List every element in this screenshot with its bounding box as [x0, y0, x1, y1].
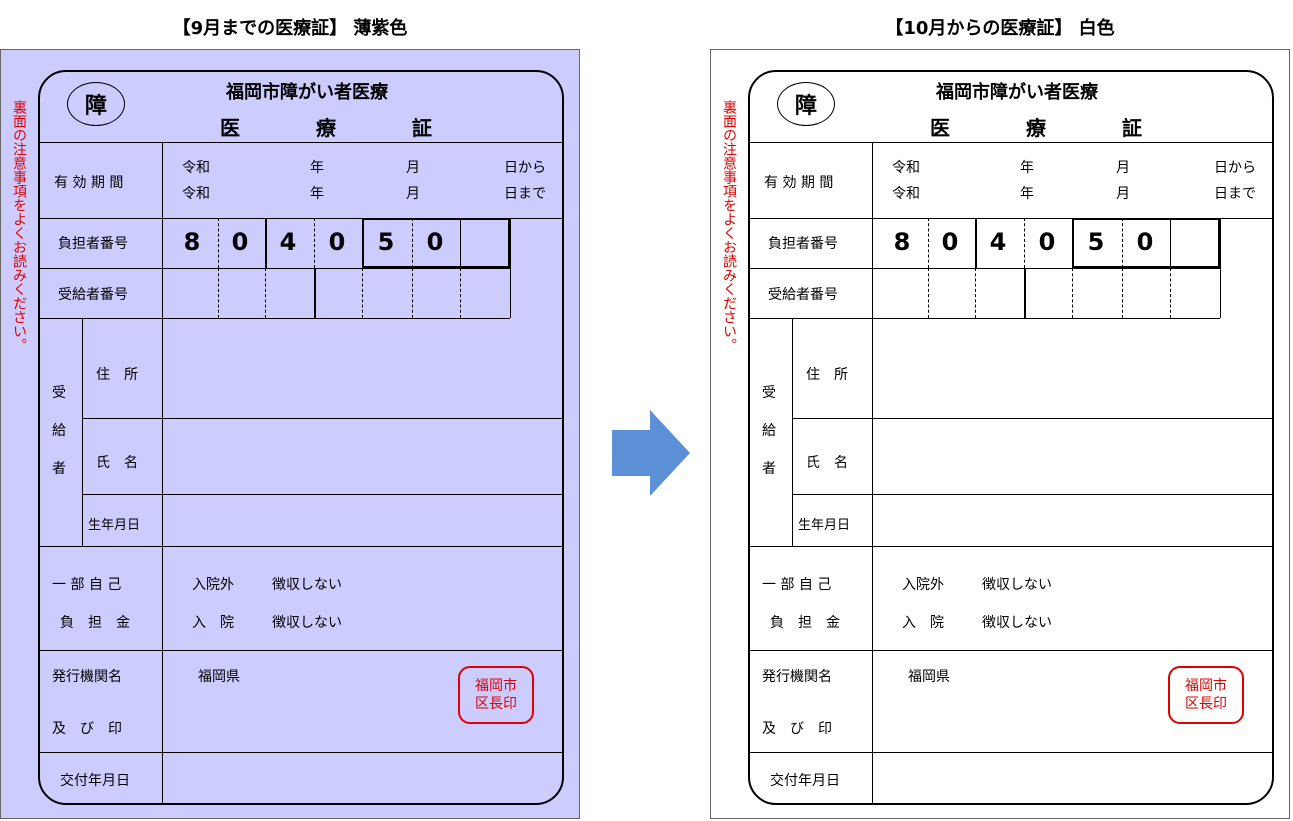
recipient-group-char-1: 受 — [762, 385, 776, 401]
dob-label: 生年月日 — [798, 518, 851, 533]
outpatient-value: 徴収しない — [982, 577, 1052, 593]
payer-label: 負担者番号 — [768, 236, 838, 252]
payer-digit-3: 4 — [989, 228, 1007, 256]
outpatient-value: 徴収しない — [272, 577, 342, 593]
card-title-char-2: 療 — [1026, 116, 1046, 140]
payer-digit-2: 0 — [941, 228, 959, 256]
certificate-card: 障 福岡市障がい者医療 医 療 証 有 効 期 間 令和 年 月 日から 令和 … — [748, 70, 1274, 805]
right-heading: 【10月からの医療証】 白色 — [885, 18, 1115, 39]
issuer-label-line1: 発行機関名 — [52, 669, 122, 685]
inpatient-value: 徴収しない — [272, 615, 342, 631]
left-heading: 【9月までの医療証】 薄紫色 — [172, 18, 408, 39]
payer-digit-5: 5 — [377, 228, 395, 256]
card-title-char-1: 医 — [930, 116, 950, 140]
seal-line2: 区長印 — [1185, 696, 1227, 712]
issuer-label-line1: 発行機関名 — [762, 669, 832, 685]
payer-label: 負担者番号 — [58, 236, 128, 252]
recipient-group-char-3: 者 — [52, 461, 66, 477]
payer-digit-6: 0 — [426, 228, 444, 256]
new-certificate-panel: 裏面の注意事項をよくお読みください。 障 福岡市障がい者医療 医 療 証 有 効… — [710, 49, 1290, 819]
validity-to-day: 日まで — [1214, 186, 1256, 202]
issuer-value: 福岡県 — [198, 669, 240, 685]
seal-line2: 区長印 — [475, 696, 517, 712]
outpatient-label: 入院外 — [902, 577, 944, 593]
validity-to-day: 日まで — [504, 186, 546, 202]
recipient-group-char-2: 給 — [762, 423, 776, 439]
issuer-label-line2: 及 び 印 — [762, 721, 832, 737]
validity-to-year: 年 — [310, 186, 324, 202]
name-label: 氏 名 — [96, 455, 138, 471]
card-title-line1: 福岡市障がい者医療 — [936, 82, 1098, 103]
side-note: 裏面の注意事項をよくお読みください。 — [721, 100, 737, 352]
payer-digit-2: 0 — [231, 228, 249, 256]
recipient-label: 受給者番号 — [768, 287, 838, 303]
issue-date-label: 交付年月日 — [60, 773, 130, 789]
recipient-group-char-3: 者 — [762, 461, 776, 477]
copay-label-line1: 一 部 自 己 — [762, 577, 832, 593]
address-label: 住 所 — [96, 367, 138, 383]
payer-digit-1: 8 — [183, 228, 201, 256]
validity-label: 有 効 期 間 — [764, 175, 834, 191]
address-label: 住 所 — [806, 367, 848, 383]
validity-to-era: 令和 — [892, 186, 920, 202]
issuer-value: 福岡県 — [908, 669, 950, 685]
mayor-seal: 福岡市 区長印 — [458, 666, 534, 724]
payer-digit-3: 4 — [279, 228, 297, 256]
validity-to-month: 月 — [1116, 186, 1130, 202]
validity-label: 有 効 期 間 — [54, 175, 124, 191]
inpatient-label: 入 院 — [192, 615, 234, 631]
validity-to-era: 令和 — [182, 186, 210, 202]
mayor-seal: 福岡市 区長印 — [1168, 666, 1244, 724]
payer-digit-4: 0 — [1038, 228, 1056, 256]
validity-from-month: 月 — [406, 160, 420, 176]
certificate-card: 障 福岡市障がい者医療 医 療 証 有 効 期 間 令和 年 月 日から 令和 … — [38, 70, 564, 805]
recipient-label: 受給者番号 — [58, 287, 128, 303]
inpatient-label: 入 院 — [902, 615, 944, 631]
validity-to-month: 月 — [406, 186, 420, 202]
card-title-char-2: 療 — [316, 116, 336, 140]
outpatient-label: 入院外 — [192, 577, 234, 593]
validity-from-day: 日から — [504, 160, 546, 176]
copay-label-line2: 負 担 金 — [60, 615, 130, 631]
validity-to-year: 年 — [1020, 186, 1034, 202]
validity-from-day: 日から — [1214, 160, 1256, 176]
disability-badge: 障 — [67, 82, 125, 126]
validity-from-era: 令和 — [182, 160, 210, 176]
issue-date-label: 交付年月日 — [770, 773, 840, 789]
dob-label: 生年月日 — [88, 518, 141, 533]
card-title-char-3: 証 — [412, 116, 432, 140]
disability-badge: 障 — [777, 82, 835, 126]
old-certificate-panel: 裏面の注意事項をよくお読みください。 障 福岡市障がい者医療 医 療 証 有 効… — [0, 49, 580, 819]
validity-from-month: 月 — [1116, 160, 1130, 176]
card-title-char-1: 医 — [220, 116, 240, 140]
payer-digit-5: 5 — [1087, 228, 1105, 256]
card-title-char-3: 証 — [1122, 116, 1142, 140]
inpatient-value: 徴収しない — [982, 615, 1052, 631]
card-title-line1: 福岡市障がい者医療 — [226, 82, 388, 103]
issuer-label-line2: 及 び 印 — [52, 721, 122, 737]
recipient-group-char-1: 受 — [52, 385, 66, 401]
copay-label-line1: 一 部 自 己 — [52, 577, 122, 593]
validity-from-year: 年 — [1020, 160, 1034, 176]
seal-line1: 福岡市 — [1185, 678, 1227, 694]
name-label: 氏 名 — [806, 455, 848, 471]
copay-label-line2: 負 担 金 — [770, 615, 840, 631]
payer-digit-4: 0 — [328, 228, 346, 256]
payer-digit-6: 0 — [1136, 228, 1154, 256]
payer-digit-1: 8 — [893, 228, 911, 256]
validity-from-year: 年 — [310, 160, 324, 176]
right-arrow-icon — [612, 410, 690, 496]
seal-line1: 福岡市 — [475, 678, 517, 694]
side-note: 裏面の注意事項をよくお読みください。 — [11, 100, 27, 352]
recipient-group-char-2: 給 — [52, 423, 66, 439]
validity-from-era: 令和 — [892, 160, 920, 176]
